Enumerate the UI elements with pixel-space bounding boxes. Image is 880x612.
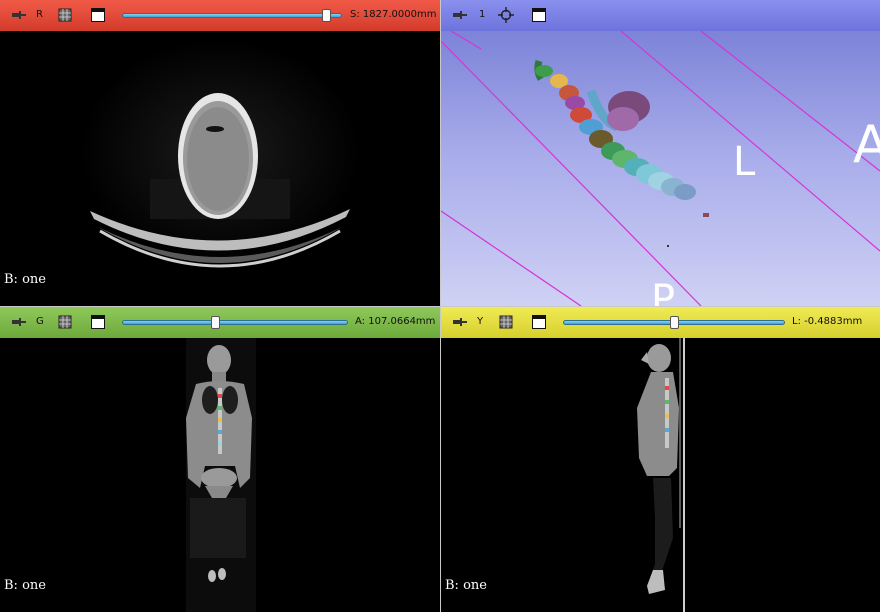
volume-label: B: one [445, 578, 487, 593]
coronal-ct-image [186, 338, 256, 612]
green-slice-view[interactable]: G A: 107.0664mm B: one [0, 307, 440, 612]
center-view-icon[interactable] [498, 7, 514, 23]
red-slice-controller-bar: R S: 1827.0000mm [0, 0, 440, 31]
red-slice-view[interactable]: R S: 1827.0000mm B: one [0, 0, 440, 306]
maximize-view-icon[interactable] [91, 315, 105, 329]
pin-icon[interactable] [452, 316, 468, 328]
slice-layout-icon[interactable] [57, 7, 73, 23]
slice-offset-readout: A: 107.0664mm [355, 316, 436, 327]
3d-view[interactable]: 1 L A P [441, 0, 880, 306]
view-letter: R [36, 9, 43, 20]
slice-layout-icon[interactable] [57, 314, 73, 330]
slider-thumb[interactable] [670, 316, 679, 329]
yellow-slice-view[interactable]: Y L: -0.4883mm B: one [441, 307, 880, 612]
volume-label: B: one [4, 578, 46, 593]
slice-offset-readout: L: -0.4883mm [792, 316, 863, 327]
slice-offset-readout: S: 1827.0000mm [350, 9, 437, 20]
pin-icon[interactable] [11, 9, 27, 21]
slice-offset-slider[interactable] [122, 320, 348, 325]
maximize-view-icon[interactable] [91, 8, 105, 22]
view-separator-horizontal [0, 306, 880, 307]
3d-rendering [441, 31, 880, 306]
orientation-marker-P: P [651, 277, 676, 306]
maximize-view-icon[interactable] [532, 8, 546, 22]
slider-thumb[interactable] [322, 9, 331, 22]
volume-label: B: one [4, 272, 46, 287]
view-letter: G [36, 316, 44, 327]
sagittal-ct-image [637, 338, 685, 612]
green-slice-controller-bar: G A: 107.0664mm [0, 307, 440, 338]
pin-icon[interactable] [452, 9, 468, 21]
pin-icon[interactable] [11, 316, 27, 328]
slider-thumb[interactable] [211, 316, 220, 329]
orientation-marker-L: L [733, 139, 756, 185]
maximize-view-icon[interactable] [532, 315, 546, 329]
3d-view-controller-bar: 1 [441, 0, 880, 31]
slice-layout-icon[interactable] [498, 314, 514, 330]
yellow-slice-controller-bar: Y L: -0.4883mm [441, 307, 880, 338]
3d-render-area[interactable]: L A P [441, 31, 880, 306]
view-letter: 1 [479, 9, 486, 20]
view-letter: Y [477, 316, 484, 327]
orientation-marker-A: A [853, 115, 880, 175]
slice-offset-slider[interactable] [122, 13, 342, 18]
axial-ct-image [80, 39, 360, 268]
